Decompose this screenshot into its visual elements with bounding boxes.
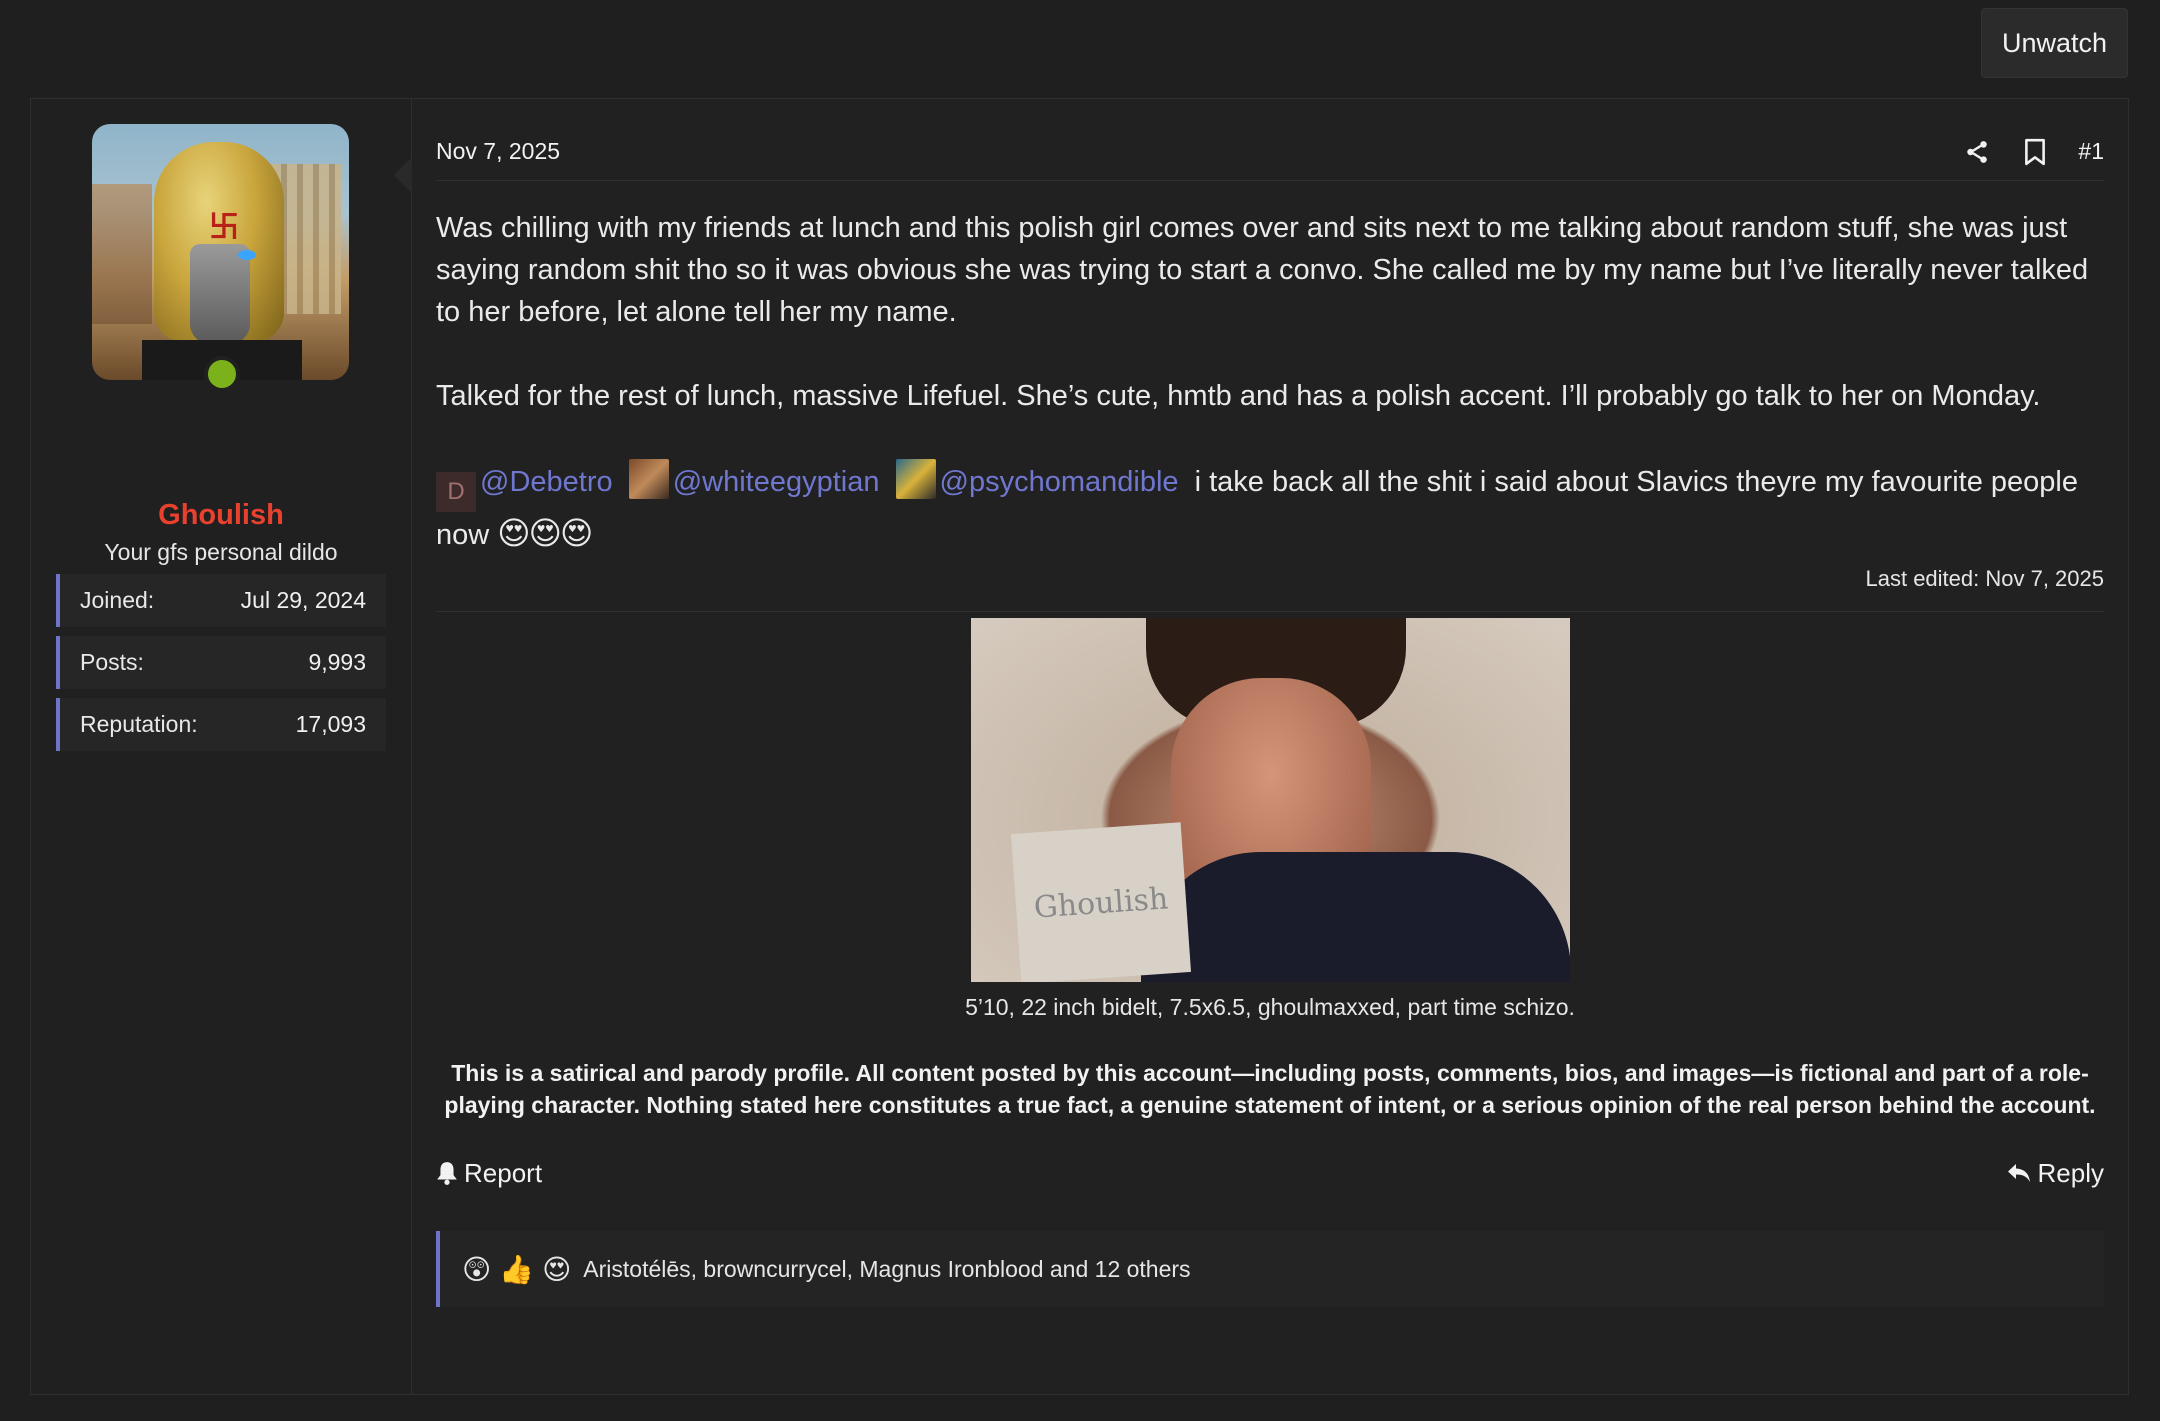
post-footer-actions: Report Reply (436, 1155, 2104, 1191)
bookmark-icon[interactable] (2020, 137, 2050, 167)
stat-reputation: Reputation: 17,093 (56, 698, 386, 751)
post-body: Was chilling with my friends at lunch an… (436, 207, 2104, 556)
user-stats: Joined: Jul 29, 2024 Posts: 9,993 Reputa… (56, 574, 386, 760)
heart-eyes-emoji: 😍😍😍 (497, 515, 593, 551)
post-header: Nov 7, 2025 #1 (436, 99, 2104, 181)
post-number-link[interactable]: #1 (2078, 138, 2104, 165)
mention-link[interactable]: @psychomandible (940, 466, 1179, 498)
stat-label: Joined: (80, 587, 155, 613)
post-arrow (394, 157, 412, 193)
post-container: 卐 Ghoulish Your gfs personal dildo Joine… (30, 98, 2129, 1395)
mention-link[interactable]: @whiteegyptian (673, 466, 880, 498)
reaction-users[interactable]: Aristotélēs, browncurrycel, Magnus Ironb… (583, 1256, 1190, 1283)
reply-button[interactable]: Reply (2006, 1158, 2104, 1189)
reactions-bar[interactable]: 😲 👍 😍 Aristotélēs, browncurrycel, Magnus… (436, 1231, 2104, 1307)
reply-icon (2007, 1164, 2030, 1182)
post-paragraph: Talked for the rest of lunch, massive Li… (436, 380, 2041, 412)
stat-label: Posts: (80, 649, 144, 675)
username[interactable]: Ghoulish (31, 499, 411, 532)
unwatch-button[interactable]: Unwatch (1980, 8, 2128, 78)
signature-disclaimer: This is a satirical and parody profile. … (444, 1060, 2096, 1118)
avatar-helmet-mark: 卐 (209, 211, 239, 244)
mention-avatar: D (436, 472, 476, 512)
stat-joined: Joined: Jul 29, 2024 (56, 574, 386, 627)
avatar-bg-building-left (92, 184, 152, 324)
mention-avatar (895, 459, 936, 499)
mention-avatar (628, 459, 669, 499)
report-button[interactable]: Report (436, 1158, 542, 1189)
avatar-wrapper: 卐 (92, 124, 349, 392)
stat-label: Reputation: (80, 711, 198, 737)
stat-value: Jul 29, 2024 (240, 587, 366, 613)
report-label: Report (464, 1157, 543, 1188)
reply-label: Reply (2037, 1157, 2104, 1188)
user-title: Your gfs personal dildo (104, 539, 338, 565)
thumbs-up-reaction-icon: 👍 (499, 1253, 535, 1285)
avatar-eye (238, 250, 256, 260)
post-actions: #1 (1962, 137, 2104, 167)
post-paragraph: Was chilling with my friends at lunch an… (436, 212, 2089, 328)
avatar[interactable]: 卐 (92, 124, 349, 380)
post-content: Nov 7, 2025 #1 Was chilling with my frie… (394, 99, 2128, 1394)
post-date[interactable]: Nov 7, 2025 (436, 138, 560, 165)
user-sidebar: 卐 Ghoulish Your gfs personal dildo Joine… (31, 99, 412, 1394)
online-status-indicator (204, 356, 240, 392)
mention-line: D @Debetro @whiteegyptian @psychomandible… (436, 459, 2104, 556)
heart-eyes-reaction-icon: 😍 (542, 1253, 572, 1285)
mention-link[interactable]: @Debetro (480, 466, 613, 498)
photo-note: Ghoulish (1010, 822, 1191, 982)
stat-posts: Posts: 9,993 (56, 636, 386, 689)
last-edited: Last edited: Nov 7, 2025 (436, 566, 2104, 612)
signature-caption: 5’10, 22 inch bidelt, 7.5x6.5, ghoulmaxx… (965, 994, 1575, 1020)
share-icon[interactable] (1962, 137, 1992, 167)
bell-icon (437, 1162, 457, 1185)
stat-value: 9,993 (308, 649, 366, 675)
astonished-reaction-icon: 😲 (462, 1253, 492, 1285)
photo-shirt (1140, 852, 1570, 982)
signature-image[interactable]: Ghoulish (970, 618, 1570, 982)
stat-value: 17,093 (295, 711, 366, 737)
